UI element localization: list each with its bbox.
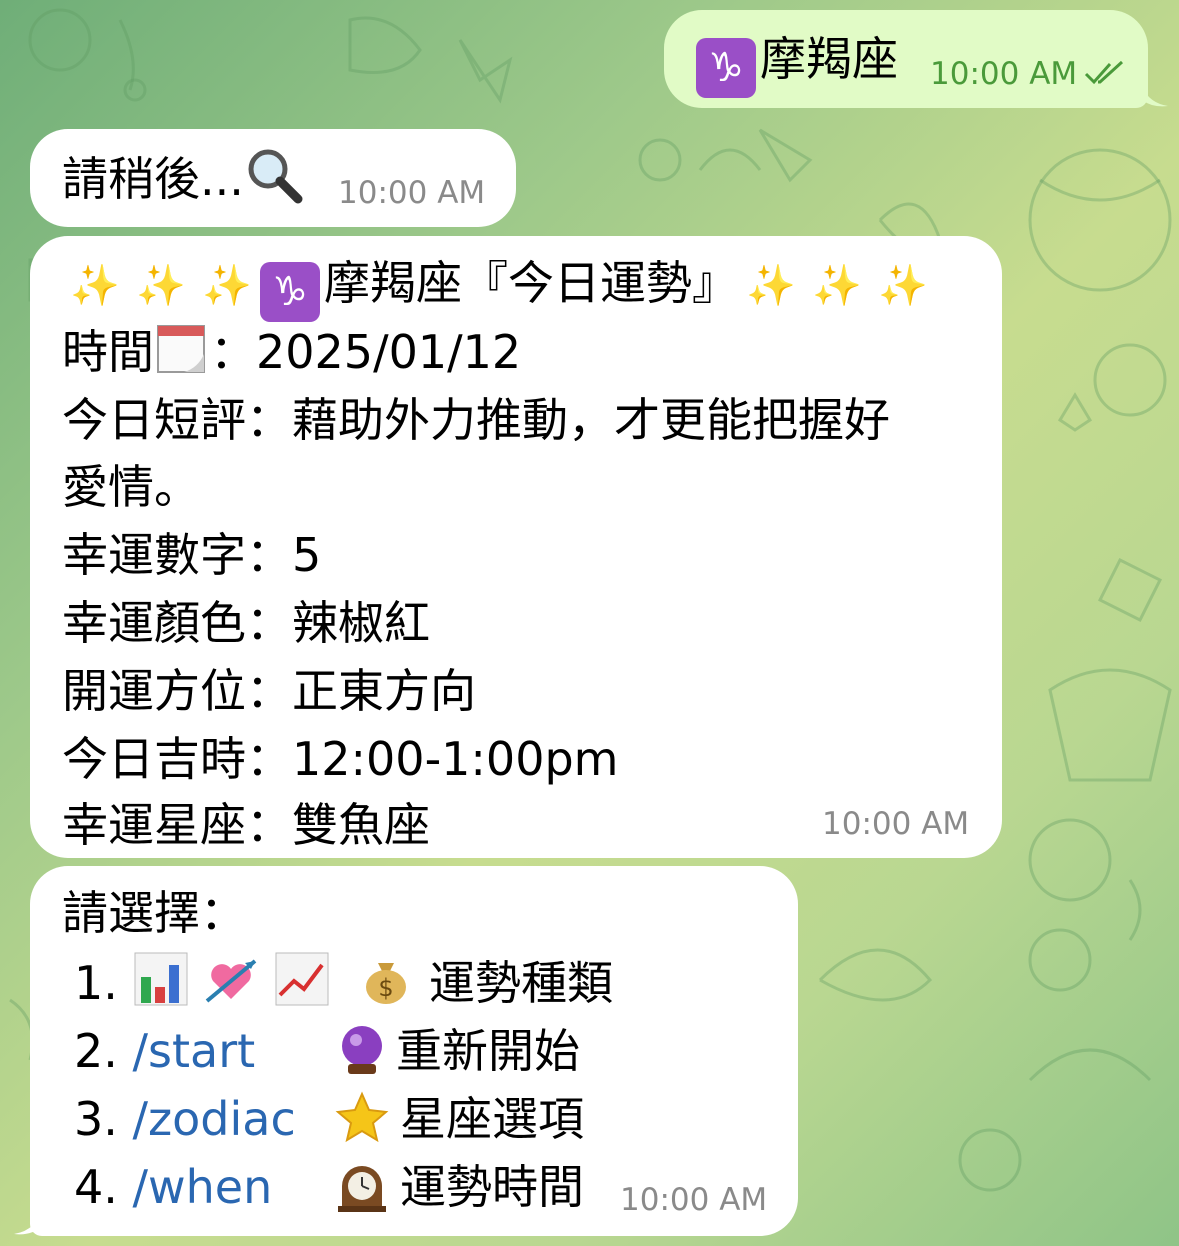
- sparkles-icon: ✨: [878, 263, 928, 309]
- fortune-title-row: ✨ ✨ ✨ ♑ 摩羯座『今日運勢』 ✨ ✨ ✨: [62, 250, 936, 322]
- date-label: 時間: [62, 325, 154, 379]
- sparkles-icon: ✨: [136, 263, 186, 309]
- review-line-2: 愛情。: [62, 460, 200, 514]
- bar-chart-icon: [134, 952, 188, 1006]
- menu-item-number: 1.: [74, 956, 118, 1010]
- menu-item-1[interactable]: 1. $ 運勢種類: [74, 950, 613, 1017]
- sparkles-icon: ✨: [746, 263, 796, 309]
- sparkles-icon: ✨: [202, 263, 252, 309]
- menu-item-4[interactable]: 4. /when 運勢時間: [74, 1154, 584, 1221]
- svg-text:$: $: [379, 974, 394, 1002]
- incoming-message-wait[interactable]: 請稍後... 10:00 AM: [30, 129, 516, 227]
- menu-item-label: 運勢種類: [429, 956, 614, 1010]
- star-icon: [335, 1091, 389, 1143]
- wait-text: 請稍後...: [62, 152, 244, 206]
- message-timestamp: 10:00 AM: [930, 56, 1078, 92]
- lucky-sign: 幸運星座：雙魚座: [62, 798, 430, 852]
- menu-prompt: 請選擇：: [62, 886, 246, 940]
- capricorn-icon: ♑: [260, 262, 320, 322]
- zodiac-command-link[interactable]: /zodiac: [133, 1092, 296, 1146]
- menu-item-label: 重新開始: [396, 1024, 580, 1078]
- crystal-ball-icon: [342, 1026, 382, 1074]
- lucky-number: 幸運數字：5: [62, 528, 322, 582]
- date-value: ：2025/01/12: [210, 325, 522, 379]
- outgoing-message-bubble[interactable]: ♑ 摩羯座 10:00 AM: [664, 10, 1148, 108]
- menu-item-label: 運勢時間: [400, 1160, 584, 1214]
- heart-arrow-icon: [205, 959, 257, 1003]
- menu-item-2[interactable]: 2. /start 重新開始: [74, 1018, 580, 1085]
- outgoing-bubble-tail: [1140, 78, 1168, 107]
- message-timestamp: 10:00 AM: [620, 1182, 768, 1218]
- sparkles-icon: ✨: [812, 263, 862, 309]
- fortune-title: 摩羯座『今日運勢』: [324, 256, 738, 310]
- menu-item-label: 星座選項: [400, 1092, 584, 1146]
- fortune-date-row: 時間 ：2025/01/12: [62, 319, 521, 386]
- lucky-direction: 開運方位：正東方向: [62, 664, 476, 718]
- message-timestamp: 10:00 AM: [338, 175, 486, 211]
- message-timestamp: 10:00 AM: [822, 806, 970, 842]
- incoming-message-menu[interactable]: 請選擇： 1. $ 運勢種類 2. /start 重新開始 3. /zodiac…: [30, 866, 798, 1236]
- incoming-bubble-tail: [14, 1206, 42, 1235]
- menu-item-3[interactable]: 3. /zodiac 星座選項: [74, 1086, 584, 1153]
- read-checkmarks-icon: [1084, 60, 1124, 85]
- incoming-message-fortune[interactable]: ✨ ✨ ✨ ♑ 摩羯座『今日運勢』 ✨ ✨ ✨ 時間 ：2025/01/12 今日短評：藉助外…: [30, 236, 1002, 858]
- menu-item-number: 2.: [74, 1024, 118, 1078]
- magnifier-icon: [248, 149, 303, 204]
- money-bag-icon: $: [366, 963, 407, 1004]
- outgoing-message-text: 摩羯座: [760, 32, 898, 86]
- lucky-time: 今日吉時：12:00-1:00pm: [62, 732, 619, 786]
- review-line-1: 今日短評：藉助外力推動，才更能把握好: [62, 393, 890, 447]
- sparkles-icon: ✨: [70, 263, 120, 309]
- capricorn-icon: ♑: [696, 38, 756, 98]
- start-command-link[interactable]: /start: [133, 1024, 256, 1078]
- calendar-icon: [157, 325, 205, 373]
- lucky-color: 幸運顏色：辣椒紅: [62, 596, 430, 650]
- when-command-link[interactable]: /when: [133, 1160, 273, 1214]
- clock-icon: [338, 1166, 386, 1212]
- trend-up-icon: [275, 952, 329, 1006]
- menu-item-number: 3.: [74, 1092, 118, 1146]
- menu-item-number: 4.: [74, 1160, 118, 1214]
